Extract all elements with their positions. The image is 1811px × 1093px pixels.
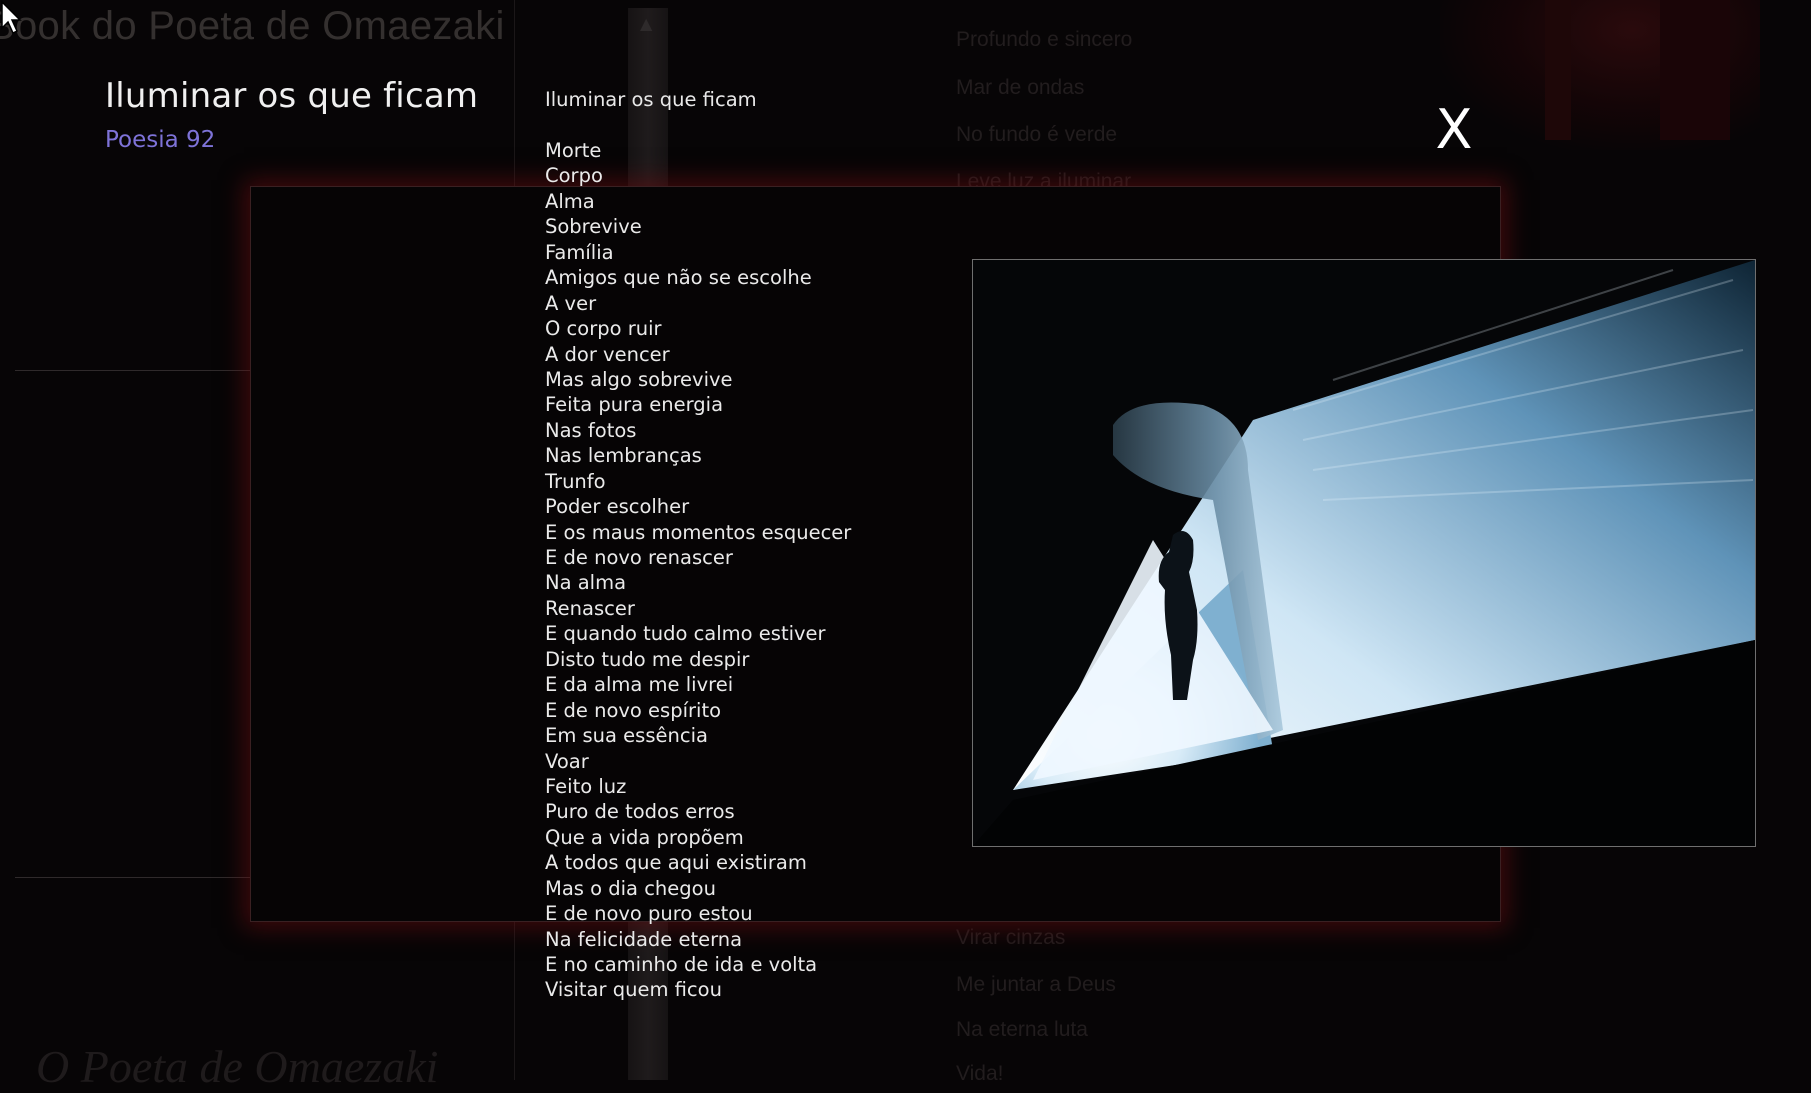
- poem-line: Amigos que não se escolhe: [545, 266, 812, 290]
- poem-line: A ver: [545, 291, 597, 315]
- poem-line: Família: [545, 240, 614, 264]
- background-list-item[interactable]: Na eterna luta: [956, 1018, 1088, 1042]
- poem-line: E no caminho de ida e volta: [545, 953, 818, 976]
- poem-line: E de novo puro estou: [545, 902, 753, 926]
- poem-line: Feito luz: [545, 774, 627, 798]
- poem-line: Mas algo sobrevive: [545, 367, 733, 391]
- poem-line: E quando tudo calmo estiver: [545, 622, 826, 646]
- background-list-item[interactable]: Virar cinzas: [956, 926, 1065, 950]
- background-list-item[interactable]: Me juntar a Deus: [956, 973, 1116, 997]
- poem-line: Sobrevive: [545, 215, 642, 239]
- poem-line: Puro de todos erros: [545, 800, 735, 824]
- poem-line: A dor vencer: [545, 342, 670, 366]
- poem-line: E de novo espírito: [545, 698, 722, 722]
- poem-line: Alma: [545, 189, 595, 213]
- background-list-item[interactable]: Vida!: [956, 1062, 1004, 1086]
- poem-line: E os maus momentos esquecer: [545, 520, 852, 544]
- poem-line: A todos que aqui existiram: [545, 851, 807, 875]
- poem-line: Na felicidade eterna: [545, 927, 743, 951]
- background-decor: [1660, 0, 1730, 140]
- background-list-item[interactable]: Profundo e sincero: [956, 28, 1132, 52]
- poem-line: Nas lembranças: [545, 444, 702, 468]
- background-list-item[interactable]: No fundo é verde: [956, 123, 1117, 147]
- poem-title: Iluminar os que ficam: [545, 88, 757, 111]
- poem-line: Renascer: [545, 596, 635, 620]
- background-decor: [1545, 0, 1571, 140]
- poem-line: Em sua essência: [545, 724, 708, 748]
- poem-line: Na alma: [545, 571, 627, 595]
- background-list-item[interactable]: Mar de ondas: [956, 76, 1084, 100]
- divider-line: [15, 370, 255, 371]
- poem-line: Visitar quem ficou: [545, 978, 722, 1002]
- poem-line: Trunfo: [545, 469, 606, 493]
- site-title: Book do Poeta de Omaezaki: [0, 4, 505, 48]
- scroll-up-arrow-icon[interactable]: ▲: [640, 14, 652, 33]
- poem-line: Que a vida propõem: [545, 825, 744, 849]
- poem-line: O corpo ruir: [545, 317, 662, 341]
- divider-line: [15, 877, 255, 878]
- poem-text: Morte Corpo Alma Sobrevive Família Amigo…: [545, 138, 851, 1003]
- poem-line: Poder escolher: [545, 495, 690, 519]
- mouse-cursor-icon: [1, 0, 22, 35]
- page-title: Iluminar os que ficam: [105, 76, 479, 116]
- poem-illustration: [972, 259, 1756, 847]
- poem-line: Nas fotos: [545, 418, 637, 442]
- poem-line: Feita pura energia: [545, 393, 724, 417]
- poem-line: Disto tudo me despir: [545, 647, 750, 671]
- poem-line: E de novo renascer: [545, 546, 733, 569]
- close-button[interactable]: X: [1432, 98, 1476, 162]
- poem-line: Voar: [545, 749, 589, 773]
- footer-title: O Poeta de Omaezaki: [36, 1041, 439, 1092]
- poem-line: E da alma me livrei: [545, 673, 734, 697]
- poem-line: Mas o dia chegou: [545, 876, 716, 900]
- poem-number: Poesia 92: [105, 127, 216, 153]
- poem-line: Morte: [545, 139, 602, 162]
- poem-line: Corpo: [545, 164, 603, 188]
